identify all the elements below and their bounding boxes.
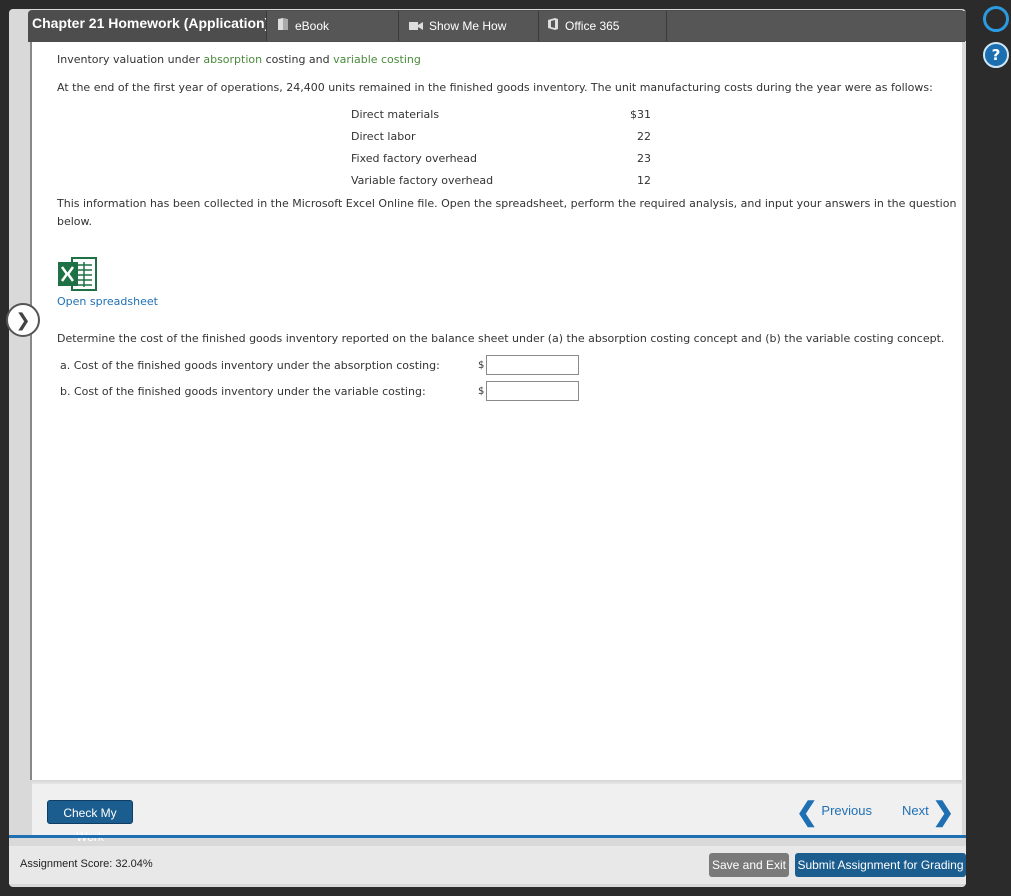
check-my-work-button[interactable]: Check My Work <box>47 800 133 844</box>
chevron-right-icon: ❯ <box>932 796 955 827</box>
assignment-score: Assignment Score: 32.04% <box>20 858 153 870</box>
variable-costing-term-link[interactable]: variable costing <box>333 53 421 66</box>
answer-row-a: a. Cost of the finished goods inventory … <box>60 356 440 376</box>
cost-label: Variable factory overhead <box>351 174 494 187</box>
previous-button[interactable]: ❮ Previous <box>796 796 872 827</box>
variable-cost-input[interactable] <box>486 381 579 401</box>
progress-divider <box>9 835 966 838</box>
excel-note: This information has been collected in t… <box>57 197 957 228</box>
tab-spacer <box>666 11 966 41</box>
tab-office-365[interactable]: Office 365 <box>538 11 673 41</box>
office-icon <box>547 12 559 42</box>
cost-row: Fixed factory overhead 23 <box>351 148 651 170</box>
cost-value: 23 <box>637 152 651 165</box>
headset-icon[interactable] <box>983 6 1009 32</box>
help-icon[interactable]: ? <box>983 42 1009 68</box>
chevron-left-icon: ❮ <box>796 796 818 827</box>
cost-row: Direct labor 22 <box>351 126 651 148</box>
answer-row-b: b. Cost of the finished goods inventory … <box>60 382 426 402</box>
cost-label: Fixed factory overhead <box>351 152 478 165</box>
previous-label: Previous <box>821 803 872 818</box>
cost-label: Direct materials <box>351 108 440 121</box>
tab-show-me-how-label: Show Me How <box>429 19 507 33</box>
cost-row: Direct materials $31 <box>351 104 651 126</box>
cost-value: 22 <box>637 130 651 143</box>
cost-value: $31 <box>630 108 651 121</box>
save-and-exit-button[interactable]: Save and Exit <box>709 853 789 877</box>
cost-row: Variable factory overhead 12 <box>351 170 651 192</box>
expand-panel-chevron-icon[interactable]: ❯ <box>6 303 40 337</box>
problem-content: Inventory valuation under absorption cos… <box>30 42 962 780</box>
absorption-term-link[interactable]: absorption <box>203 53 262 66</box>
question-text: Determine the cost of the finished goods… <box>57 332 945 345</box>
tab-ebook-label: eBook <box>295 19 330 33</box>
next-button[interactable]: Next ❯ <box>902 796 955 827</box>
book-icon <box>277 12 289 42</box>
tab-show-me-how[interactable]: Show Me How <box>398 11 547 41</box>
submit-assignment-button[interactable]: Submit Assignment for Grading <box>795 853 966 877</box>
excel-icon[interactable] <box>58 256 98 292</box>
tab-ebook[interactable]: eBook <box>266 11 407 41</box>
currency-symbol: $ <box>478 386 485 397</box>
problem-title: Inventory valuation under absorption cos… <box>57 51 421 69</box>
answer-label: a. Cost of the finished goods inventory … <box>60 359 440 372</box>
cost-table: Direct materials $31 Direct labor 22 Fix… <box>351 104 651 192</box>
content-left-border <box>30 42 32 780</box>
title-text: costing and <box>262 53 334 66</box>
video-icon <box>409 12 423 42</box>
chapter-title: Chapter 21 Homework (Application) <box>32 15 270 31</box>
title-text: Inventory valuation under <box>57 53 204 66</box>
next-label: Next <box>902 803 929 818</box>
problem-intro: At the end of the first year of operatio… <box>57 81 933 94</box>
cost-value: 12 <box>637 174 651 187</box>
open-spreadsheet-link[interactable]: Open spreadsheet <box>57 293 158 311</box>
tab-office-365-label: Office 365 <box>565 19 620 33</box>
absorption-cost-input[interactable] <box>486 355 579 375</box>
cost-label: Direct labor <box>351 130 416 143</box>
currency-symbol: $ <box>478 360 485 371</box>
answer-label: b. Cost of the finished goods inventory … <box>60 385 426 398</box>
